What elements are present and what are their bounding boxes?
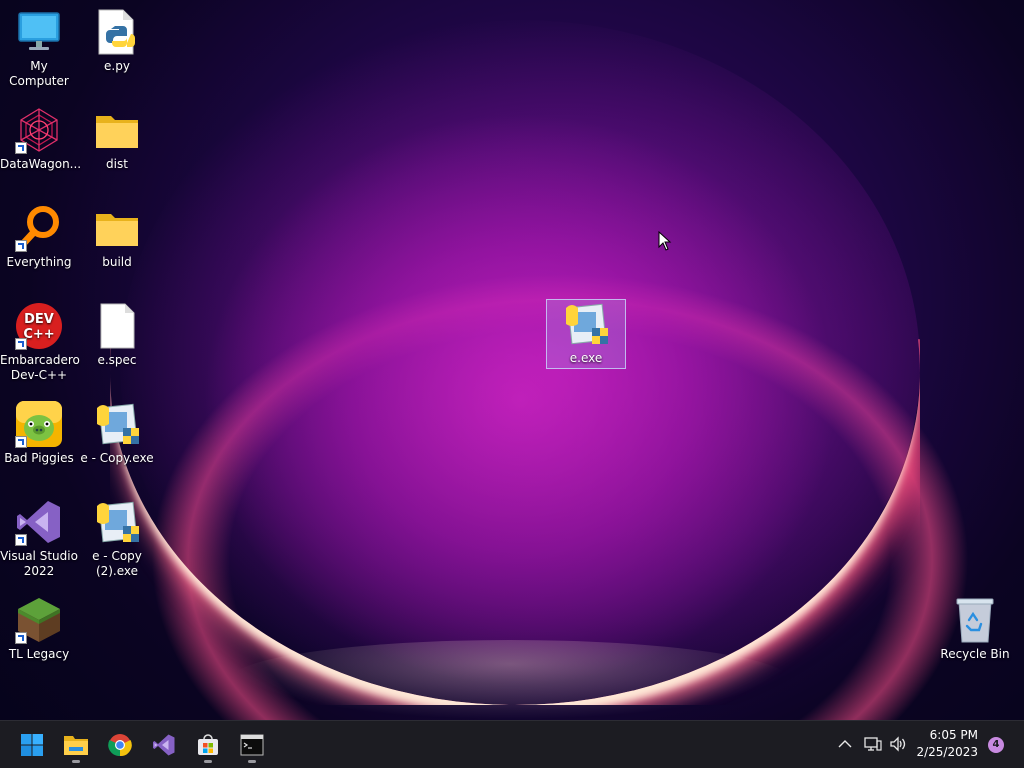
network-button[interactable]: [862, 733, 884, 755]
datawagon-icon: [15, 106, 63, 154]
start-button[interactable]: [12, 725, 52, 765]
minecraft-grass-block-icon: [15, 596, 63, 644]
magnifier-icon: [15, 204, 63, 252]
desktop-icon-e-py[interactable]: e.py: [78, 8, 156, 74]
icon-label: e.py: [104, 59, 130, 73]
taskbar-chrome[interactable]: [100, 725, 140, 765]
desktop-icon-recycle-bin[interactable]: Recycle Bin: [936, 596, 1014, 662]
visual-studio-icon: [15, 498, 63, 546]
windows-logo-icon: [21, 734, 43, 756]
pyinstaller-exe-icon: [93, 498, 141, 546]
icon-label: e.spec: [97, 353, 137, 367]
icon-label: TL Legacy: [8, 647, 70, 661]
bad-piggies-icon: [15, 400, 63, 448]
taskbar-visual-studio[interactable]: [144, 725, 184, 765]
icon-label: Embarcadero Dev-C++: [0, 353, 80, 382]
desktop-icon-everything[interactable]: Everything: [0, 204, 78, 270]
running-indicator: [72, 760, 80, 763]
notification-badge[interactable]: 4: [988, 737, 1004, 753]
desktop-icon-dist[interactable]: dist: [78, 106, 156, 172]
desktop-icon-e-copy-exe[interactable]: e - Copy.exe: [78, 400, 156, 466]
pyinstaller-exe-icon: [562, 300, 610, 348]
icon-label: dist: [106, 157, 128, 171]
taskbar: 6:05 PM 2/25/2023 4: [0, 720, 1024, 768]
taskbar-microsoft-store[interactable]: [188, 725, 228, 765]
icon-label: e - Copy (2).exe: [92, 549, 142, 578]
desktop[interactable]: My Computer DataWagon... Everything DEV …: [0, 0, 1024, 720]
desktop-icon-e-copy-2-exe[interactable]: e - Copy (2).exe: [78, 498, 156, 579]
wallpaper-rim-glow: [230, 640, 790, 720]
shortcut-arrow-icon: [15, 338, 27, 350]
icon-label: build: [102, 255, 132, 269]
clock-date: 2/25/2023: [916, 745, 978, 759]
shortcut-arrow-icon: [15, 534, 27, 546]
desktop-icon-e-spec[interactable]: e.spec: [78, 302, 156, 368]
taskbar-terminal[interactable]: [232, 725, 272, 765]
desktop-icon-bad-piggies[interactable]: Bad Piggies: [0, 400, 78, 466]
icon-label: My Computer: [9, 59, 69, 88]
folder-icon: [93, 106, 141, 154]
desktop-icon-visual-studio[interactable]: Visual Studio 2022: [0, 498, 78, 579]
shortcut-arrow-icon: [15, 436, 27, 448]
desktop-icon-my-computer[interactable]: My Computer: [0, 8, 78, 89]
chrome-icon: [108, 734, 132, 757]
devcpp-icon: DEV C++: [15, 302, 63, 350]
mouse-pointer-icon: [658, 231, 672, 251]
monitor-icon: [15, 8, 63, 56]
icon-label: Recycle Bin: [940, 647, 1010, 661]
desktop-icon-e-exe[interactable]: e.exe: [546, 299, 626, 369]
folder-icon: [93, 204, 141, 252]
taskbar-file-explorer[interactable]: [56, 725, 96, 765]
running-indicator: [248, 760, 256, 763]
shortcut-arrow-icon: [15, 240, 27, 252]
pyinstaller-exe-icon: [93, 400, 141, 448]
store-icon: [198, 734, 218, 755]
desktop-icon-devcpp[interactable]: DEV C++ Embarcadero Dev-C++: [0, 302, 80, 383]
clock-button[interactable]: 6:05 PM 2/25/2023: [908, 727, 978, 761]
desktop-icon-tl-legacy[interactable]: TL Legacy: [0, 596, 78, 662]
desktop-icon-datawagon[interactable]: DataWagon...: [0, 106, 82, 172]
recycle-bin-icon: [951, 596, 999, 644]
shortcut-arrow-icon: [15, 142, 27, 154]
clock-time: 6:05 PM: [929, 728, 978, 742]
icon-label: e.exe: [569, 351, 603, 365]
visual-studio-icon: [153, 734, 175, 756]
icon-label: Everything: [6, 255, 72, 269]
show-hidden-icons-button[interactable]: [834, 733, 856, 755]
devcpp-badge-line2: C++: [23, 327, 54, 342]
chevron-up-icon: [838, 740, 852, 748]
icon-label: Visual Studio 2022: [0, 549, 78, 578]
devcpp-badge-line1: DEV: [24, 312, 54, 327]
shortcut-arrow-icon: [15, 632, 27, 644]
folder-icon: [64, 736, 88, 755]
icon-label: e - Copy.exe: [80, 451, 154, 465]
python-file-icon: [93, 8, 141, 56]
icon-label: Bad Piggies: [4, 451, 74, 465]
icon-label: DataWagon...: [0, 157, 82, 171]
volume-button[interactable]: [887, 733, 909, 755]
running-indicator: [204, 760, 212, 763]
blank-file-icon: [93, 302, 141, 350]
network-icon: [864, 737, 882, 751]
desktop-icon-build[interactable]: build: [78, 204, 156, 270]
volume-icon: [890, 736, 906, 752]
terminal-icon: [240, 734, 264, 756]
